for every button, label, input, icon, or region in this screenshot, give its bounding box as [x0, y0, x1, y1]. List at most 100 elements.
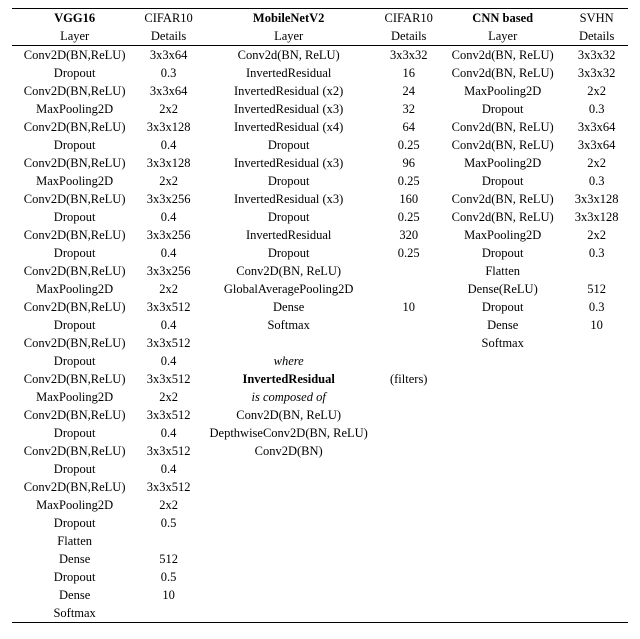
- vgg16-layer: Softmax: [12, 604, 137, 623]
- col1-layer-label: Layer: [12, 27, 137, 46]
- cnn-detail: [565, 550, 628, 568]
- cnn-layer: [440, 406, 565, 424]
- col3-layer-label: Layer: [440, 27, 565, 46]
- vgg16-layer: MaxPooling2D: [12, 388, 137, 406]
- cnn-layer: Dropout: [440, 298, 565, 316]
- col1-dataset: CIFAR10: [137, 9, 200, 28]
- mobilenetv2-layer: [200, 496, 377, 514]
- cnn-detail: 3x3x128: [565, 190, 628, 208]
- vgg16-layer: Dropout: [12, 424, 137, 442]
- cnn-detail: [565, 352, 628, 370]
- mobilenetv2-detail: [377, 460, 440, 478]
- table-row: Dropout0.4Dropout0.25Dropout0.3: [12, 244, 628, 262]
- mobilenetv2-layer: [200, 460, 377, 478]
- cnn-layer: MaxPooling2D: [440, 226, 565, 244]
- cnn-detail: 10: [565, 316, 628, 334]
- cnn-layer: [440, 478, 565, 496]
- mobilenetv2-detail: [377, 514, 440, 532]
- mobilenetv2-detail: 0.25: [377, 136, 440, 154]
- cnn-layer: Conv2d(BN, ReLU): [440, 190, 565, 208]
- table-row: Conv2D(BN,ReLU)3x3x512InvertedResidual(f…: [12, 370, 628, 388]
- mobilenetv2-layer: InvertedResidual (x3): [200, 154, 377, 172]
- table-row: MaxPooling2D2x2InvertedResidual (x3)32Dr…: [12, 100, 628, 118]
- table-row: MaxPooling2D2x2GlobalAveragePooling2DDen…: [12, 280, 628, 298]
- mobilenetv2-detail: 0.25: [377, 208, 440, 226]
- mobilenetv2-layer: [200, 334, 377, 352]
- mobilenetv2-layer: [200, 514, 377, 532]
- vgg16-detail: 3x3x256: [137, 190, 200, 208]
- vgg16-detail: 2x2: [137, 280, 200, 298]
- vgg16-layer: Dropout: [12, 208, 137, 226]
- table-row: Dropout0.4DepthwiseConv2D(BN, ReLU): [12, 424, 628, 442]
- mobilenetv2-detail: 64: [377, 118, 440, 136]
- vgg16-layer: Conv2D(BN,ReLU): [12, 82, 137, 100]
- mobilenetv2-detail: 160: [377, 190, 440, 208]
- cnn-layer: Conv2d(BN, ReLU): [440, 136, 565, 154]
- vgg16-layer: Dropout: [12, 568, 137, 586]
- architecture-table: VGG16 CIFAR10 MobileNetV2 CIFAR10 CNN ba…: [0, 0, 640, 639]
- cnn-layer: [440, 532, 565, 550]
- vgg16-detail: [137, 532, 200, 550]
- mobilenetv2-detail: 10: [377, 298, 440, 316]
- mobilenetv2-detail: [377, 568, 440, 586]
- vgg16-detail: 2x2: [137, 172, 200, 190]
- cnn-detail: 512: [565, 280, 628, 298]
- cnn-detail: 3x3x32: [565, 46, 628, 65]
- mobilenetv2-detail: [377, 586, 440, 604]
- col2-dataset: CIFAR10: [377, 9, 440, 28]
- cnn-detail: [565, 442, 628, 460]
- mobilenetv2-detail: [377, 406, 440, 424]
- vgg16-detail: 0.4: [137, 208, 200, 226]
- vgg16-layer: MaxPooling2D: [12, 100, 137, 118]
- table-row: Conv2D(BN,ReLU)3x3x64InvertedResidual (x…: [12, 82, 628, 100]
- mobilenetv2-detail: 24: [377, 82, 440, 100]
- vgg16-layer: Dropout: [12, 136, 137, 154]
- table-row: Dropout0.4SoftmaxDense10: [12, 316, 628, 334]
- vgg16-layer: Conv2D(BN,ReLU): [12, 334, 137, 352]
- vgg16-detail: 0.4: [137, 460, 200, 478]
- table-row: Conv2D(BN,ReLU)3x3x512Softmax: [12, 334, 628, 352]
- col1-detail-label: Details: [137, 27, 200, 46]
- table-row: Dropout0.4: [12, 460, 628, 478]
- mobilenetv2-detail: [377, 496, 440, 514]
- vgg16-layer: MaxPooling2D: [12, 172, 137, 190]
- cnn-layer: Flatten: [440, 262, 565, 280]
- vgg16-detail: 2x2: [137, 388, 200, 406]
- vgg16-layer: Dropout: [12, 316, 137, 334]
- cnn-layer: MaxPooling2D: [440, 82, 565, 100]
- cnn-layer: MaxPooling2D: [440, 154, 565, 172]
- mobilenetv2-layer: InvertedResidual (x3): [200, 190, 377, 208]
- vgg16-detail: 3x3x512: [137, 442, 200, 460]
- table-row: Conv2D(BN,ReLU)3x3x256InvertedResidual (…: [12, 190, 628, 208]
- vgg16-detail: 10: [137, 586, 200, 604]
- col1-model: VGG16: [12, 9, 137, 28]
- mobilenetv2-layer: [200, 478, 377, 496]
- mobilenetv2-detail: [377, 604, 440, 623]
- cnn-layer: [440, 370, 565, 388]
- table-row: Conv2D(BN,ReLU)3x3x512Conv2D(BN, ReLU): [12, 406, 628, 424]
- vgg16-layer: Conv2D(BN,ReLU): [12, 442, 137, 460]
- mobilenetv2-detail: 96: [377, 154, 440, 172]
- table-row: Conv2D(BN,ReLU)3x3x512: [12, 478, 628, 496]
- table-row: MaxPooling2D2x2Dropout0.25Dropout0.3: [12, 172, 628, 190]
- mobilenetv2-detail: [377, 334, 440, 352]
- cnn-layer: [440, 568, 565, 586]
- mobilenetv2-layer: Conv2D(BN, ReLU): [200, 406, 377, 424]
- table-row: Flatten: [12, 532, 628, 550]
- cnn-detail: [565, 478, 628, 496]
- vgg16-detail: 0.4: [137, 136, 200, 154]
- table-row: Dropout0.4where: [12, 352, 628, 370]
- cnn-detail: 2x2: [565, 154, 628, 172]
- cnn-detail: 3x3x128: [565, 208, 628, 226]
- cnn-detail: [565, 604, 628, 623]
- mobilenetv2-layer: Dropout: [200, 244, 377, 262]
- vgg16-layer: Dropout: [12, 514, 137, 532]
- vgg16-layer: MaxPooling2D: [12, 280, 137, 298]
- mobilenetv2-layer: InvertedResidual (x3): [200, 100, 377, 118]
- vgg16-layer: Conv2D(BN,ReLU): [12, 478, 137, 496]
- mobilenetv2-detail: [377, 262, 440, 280]
- table-row: MaxPooling2D2x2: [12, 496, 628, 514]
- vgg16-detail: 3x3x256: [137, 226, 200, 244]
- vgg16-detail: 0.4: [137, 316, 200, 334]
- table-row: Dropout0.5: [12, 514, 628, 532]
